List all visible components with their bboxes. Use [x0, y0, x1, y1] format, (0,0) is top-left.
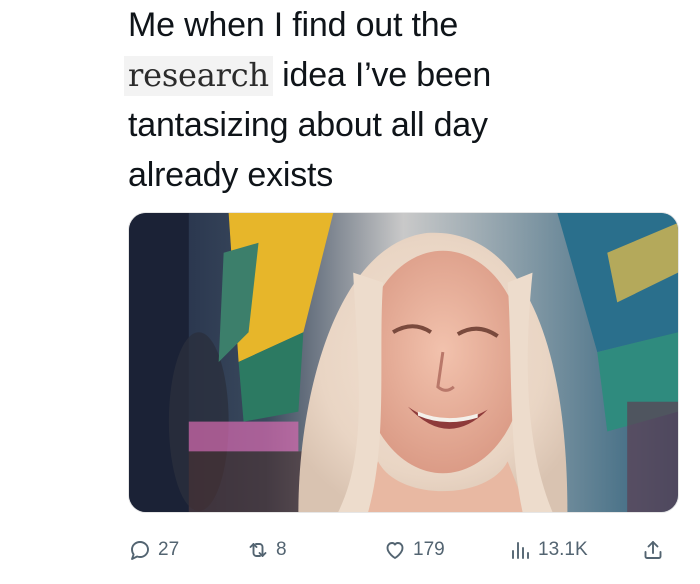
repost-button[interactable]: 8 [246, 532, 287, 568]
views-chart-icon [512, 542, 529, 559]
share-icon [644, 541, 662, 559]
views-button[interactable]: 13.1K [508, 532, 588, 568]
tweet-line-2: research idea I’ve been [124, 50, 688, 100]
views-count: 13.1K [538, 539, 588, 560]
reply-icon [131, 541, 149, 560]
heart-icon [386, 542, 404, 559]
repost-icon [249, 543, 267, 557]
tweet-line-2-rest: idea I’ve been [282, 56, 492, 94]
reply-button[interactable]: 27 [128, 532, 179, 568]
like-count: 179 [413, 539, 445, 560]
pasted-word-research: research [124, 56, 273, 96]
tweet-line-1: Me when I find out the [128, 6, 459, 44]
tweet-line-3: tantasizing about all day [128, 106, 488, 144]
crying-woman-image [129, 213, 678, 512]
tweet-text: Me when I find out the research idea I’v… [124, 0, 688, 200]
tweet-line-4: already exists [128, 156, 334, 194]
tweet-media-image[interactable] [128, 212, 679, 513]
tweet-actions-bar: 27 8 179 13.1K [128, 532, 679, 568]
like-button[interactable]: 179 [383, 532, 445, 568]
reply-count: 27 [158, 539, 180, 560]
repost-count: 8 [276, 539, 287, 560]
share-button[interactable] [641, 532, 665, 568]
